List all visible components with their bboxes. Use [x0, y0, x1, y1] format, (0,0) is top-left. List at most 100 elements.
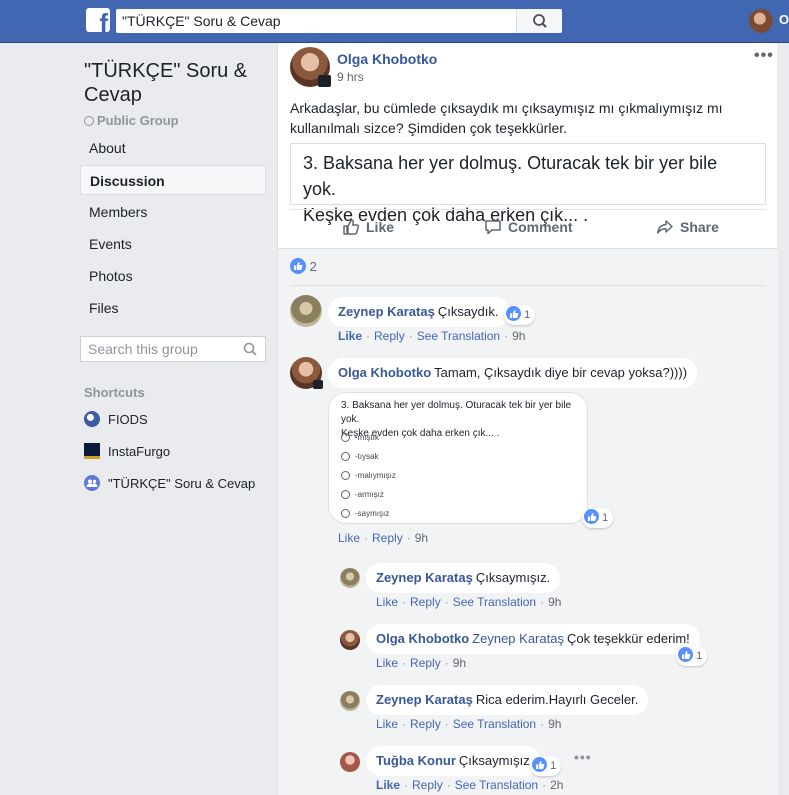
reply-bubble: Zeynep Karataş Çıksaymışız.: [366, 563, 561, 593]
comment-text: Çıksaydık.: [437, 304, 499, 319]
group-search-input[interactable]: [88, 341, 236, 357]
comments-section: 2 Zeynep Karataş Çıksaydık. 1 Like · Reply ·…: [278, 248, 778, 795]
reply-meta: Like · Reply · See Translation · 9h: [376, 717, 562, 731]
comment-like-link[interactable]: Like: [338, 531, 360, 545]
reply-reply-link[interactable]: Reply: [410, 717, 441, 731]
reply-text: Çıksaymışız.: [475, 570, 551, 585]
nav-item-members[interactable]: Members: [80, 197, 266, 227]
global-search-box: [116, 9, 562, 33]
comment-author-avatar[interactable]: [290, 357, 323, 389]
search-icon[interactable]: [243, 342, 257, 356]
comment-label: Comment: [508, 219, 573, 235]
reply-author-avatar[interactable]: [340, 630, 360, 650]
like-button[interactable]: Like: [342, 218, 394, 236]
group-privacy: Public Group: [84, 113, 179, 128]
reply-reply-link[interactable]: Reply: [410, 656, 441, 670]
shortcut-turkce-group[interactable]: "TÜRKÇE" Soru & Cevap: [84, 474, 255, 494]
comment-author-name[interactable]: Zeynep Karataş: [338, 304, 435, 319]
global-search-input[interactable]: [122, 12, 512, 30]
reply-bubble: Tuğba Konur Çıksaymışız: [366, 746, 540, 776]
comment-text: Tamam, Çıksaydık diye bir cevap yoksa?))…: [434, 365, 688, 380]
search-button[interactable]: [516, 9, 562, 33]
reaction-count: 2: [309, 259, 317, 274]
reply-reply-link[interactable]: Reply: [410, 595, 441, 609]
nav-item-events[interactable]: Events: [80, 229, 266, 259]
post-author-name[interactable]: Olga Khobotko: [337, 51, 437, 67]
reply-author-name[interactable]: Olga Khobotko: [376, 631, 469, 646]
top-navigation-bar: f O: [0, 0, 789, 43]
reply-time[interactable]: 9h: [548, 717, 561, 731]
comment-like-link[interactable]: Like: [338, 329, 362, 343]
facebook-logo-icon[interactable]: f: [86, 8, 110, 32]
nav-item-photos[interactable]: Photos: [80, 261, 266, 291]
globe-icon: [84, 116, 94, 126]
reply-bubble: Olga Khobotko Zeynep Karataş Çok teşekkür …: [366, 624, 700, 654]
reply-time[interactable]: 9h: [548, 595, 561, 609]
comment-icon: [485, 220, 501, 235]
comment-author-avatar[interactable]: [290, 295, 322, 327]
post-timestamp[interactable]: 9 hrs: [337, 70, 364, 84]
reaction-count: 1: [550, 760, 557, 772]
reply-author-avatar[interactable]: [340, 568, 360, 588]
comment-reply-link[interactable]: Reply: [374, 329, 405, 343]
reaction-count: 1: [524, 309, 531, 321]
profile-avatar[interactable]: [749, 9, 773, 33]
reply-author-name[interactable]: Zeynep Karataş: [376, 692, 473, 707]
comment-reactions[interactable]: 1: [582, 508, 614, 528]
reply-like-link[interactable]: Like: [376, 656, 398, 670]
reply-reactions[interactable]: 1: [530, 756, 562, 776]
see-translation-link[interactable]: See Translation: [453, 595, 536, 609]
comment-time[interactable]: 9h: [512, 329, 525, 343]
reply-time[interactable]: 2h: [550, 778, 563, 792]
post-reactions[interactable]: 2: [290, 258, 317, 274]
see-translation-link[interactable]: See Translation: [455, 778, 538, 792]
shortcut-instafurgo[interactable]: InstaFurgo: [84, 442, 170, 462]
reply-reply-link[interactable]: Reply: [412, 778, 443, 792]
comment-reply-link[interactable]: Reply: [372, 531, 403, 545]
reply-author-avatar[interactable]: [340, 691, 360, 711]
reply-time[interactable]: 9h: [453, 656, 466, 670]
nav-item-files[interactable]: Files: [80, 293, 266, 323]
shortcut-fiods[interactable]: FIODS: [84, 410, 148, 430]
reply-text: Rica ederim.Hayırlı Geceler.: [475, 692, 639, 707]
like-reaction-icon: [506, 306, 521, 321]
see-translation-link[interactable]: See Translation: [453, 717, 536, 731]
group-nav: About Discussion Members Events Photos F…: [80, 133, 266, 325]
reaction-count: 1: [602, 512, 609, 524]
share-label: Share: [680, 219, 719, 235]
reply-like-link[interactable]: Like: [376, 778, 400, 792]
reply-author-name[interactable]: Tuğba Konur: [376, 753, 456, 768]
reply-author-name[interactable]: Zeynep Karataş: [376, 570, 473, 585]
image-option: -saymışız: [341, 509, 389, 519]
post-options-icon[interactable]: •••: [754, 47, 774, 65]
profile-name[interactable]: O: [779, 12, 789, 27]
reply-meta: Like · Reply · See Translation · 2h: [376, 778, 564, 792]
reply-like-link[interactable]: Like: [376, 717, 398, 731]
nav-item-discussion[interactable]: Discussion: [80, 165, 266, 195]
reply-options-icon[interactable]: •••: [574, 749, 592, 765]
image-option: -armışız: [341, 490, 384, 500]
instafurgo-icon: [84, 443, 100, 459]
see-translation-link[interactable]: See Translation: [417, 329, 500, 343]
reply-mention[interactable]: Zeynep Karataş: [472, 631, 564, 646]
post-author-avatar[interactable]: [290, 47, 331, 87]
reply-reactions[interactable]: 1: [676, 646, 708, 666]
share-button[interactable]: Share: [656, 218, 719, 236]
shortcut-label: "TÜRKÇE" Soru & Cevap: [108, 476, 256, 491]
nav-item-about[interactable]: About: [80, 133, 266, 163]
group-title[interactable]: "TÜRKÇE" Soru & Cevap: [84, 59, 264, 107]
post-image[interactable]: 3. Baksana her yer dolmuş. Oturacak tek …: [290, 143, 766, 225]
comment-time[interactable]: 9h: [415, 531, 428, 545]
reply-author-avatar[interactable]: [340, 752, 360, 772]
reply-like-link[interactable]: Like: [376, 595, 398, 609]
shortcuts-heading: Shortcuts: [84, 385, 145, 400]
group-icon: [84, 475, 100, 491]
comment-button[interactable]: Comment: [484, 218, 573, 236]
post-text: Arkadaşlar, bu cümlede çıksaydık mı çıks…: [290, 100, 723, 136]
post-image-line: 3. Baksana her yer dolmuş. Oturacak tek …: [303, 153, 718, 199]
image-option: -malıymışız: [341, 471, 396, 481]
comment-author-name[interactable]: Olga Khobotko: [338, 365, 431, 380]
badge-icon: [313, 380, 323, 389]
comment-reactions[interactable]: 1: [504, 305, 536, 325]
comment-image[interactable]: 3. Baksana her yer dolmuş. Oturacak tek …: [328, 392, 588, 524]
